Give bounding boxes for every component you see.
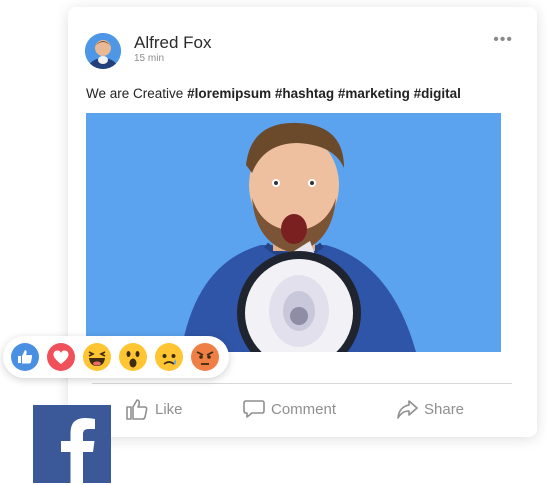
haha-icon[interactable] bbox=[83, 343, 111, 371]
reactions-bar bbox=[3, 336, 229, 378]
like-icon[interactable] bbox=[11, 343, 39, 371]
actions-divider bbox=[92, 383, 512, 384]
facebook-f-glyph bbox=[33, 405, 111, 483]
man-with-megaphone-illustration bbox=[86, 113, 501, 352]
share-arrow-icon bbox=[397, 400, 418, 419]
caption-text: We are Creative bbox=[86, 86, 184, 101]
like-button[interactable]: Like bbox=[125, 395, 183, 423]
more-options-icon[interactable]: ••• bbox=[493, 32, 513, 48]
comment-label: Comment bbox=[271, 400, 337, 418]
facebook-logo-icon bbox=[33, 405, 111, 483]
caption-hashtags[interactable]: #loremipsum #hashtag #marketing #digital bbox=[187, 86, 461, 101]
avatar-image bbox=[85, 33, 121, 69]
angry-icon[interactable] bbox=[191, 343, 219, 371]
avatar[interactable] bbox=[85, 33, 121, 69]
comment-icon bbox=[243, 400, 265, 418]
sad-icon[interactable] bbox=[155, 343, 183, 371]
thumbs-up-icon bbox=[126, 399, 148, 420]
post-photo[interactable] bbox=[86, 113, 501, 352]
love-icon[interactable] bbox=[47, 343, 75, 371]
share-label: Share bbox=[424, 400, 465, 418]
post-caption: We are Creative #loremipsum #hashtag #ma… bbox=[86, 86, 461, 101]
share-button[interactable]: Share bbox=[396, 395, 464, 423]
wow-icon[interactable] bbox=[119, 343, 147, 371]
comment-button[interactable]: Comment bbox=[243, 395, 336, 423]
like-label: Like bbox=[155, 400, 183, 418]
post-timestamp[interactable]: 15 min bbox=[134, 53, 164, 64]
author-name[interactable]: Alfred Fox bbox=[134, 33, 211, 53]
